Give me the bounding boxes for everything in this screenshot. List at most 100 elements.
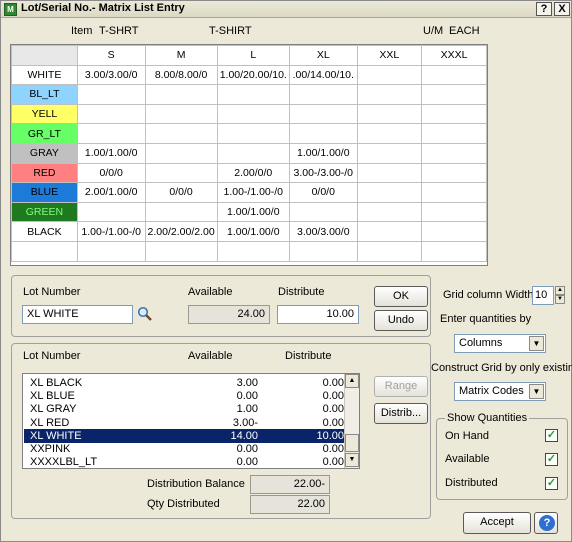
grid-row-header[interactable]: BLUE <box>11 182 78 203</box>
grid-cell[interactable] <box>421 84 487 105</box>
enter-by-select[interactable]: Columns ▼ <box>454 334 546 353</box>
grid-cell[interactable]: 0/0/0 <box>288 182 358 203</box>
grid-cell[interactable] <box>76 201 146 223</box>
grid-cell[interactable] <box>356 201 423 223</box>
grid-width-spinner[interactable]: ▲ ▼ <box>555 286 565 305</box>
grid-cell[interactable] <box>144 142 218 164</box>
on-hand-checkbox[interactable]: ✓ <box>545 429 558 442</box>
grid-cell[interactable] <box>288 201 358 223</box>
scroll-up-icon[interactable]: ▲ <box>345 374 359 388</box>
grid-cell[interactable]: 1.00/1.00/0 <box>76 142 146 164</box>
list-item[interactable]: XL BLUE 0.00 0.00 <box>24 389 346 403</box>
grid-cell[interactable] <box>356 142 423 164</box>
grid-cell[interactable]: 0/0/0 <box>76 162 146 184</box>
grid-cell[interactable] <box>421 103 487 125</box>
grid-cell[interactable] <box>144 84 218 105</box>
grid-row-header[interactable]: WHITE <box>11 64 78 86</box>
grid-cell[interactable]: 1.00-/1.00-/0 <box>76 221 146 242</box>
grid-cell[interactable] <box>356 84 423 105</box>
grid-cell[interactable]: .00/14.00/10. <box>288 64 358 86</box>
chevron-down-icon[interactable]: ▼ <box>529 336 544 351</box>
list-item[interactable]: XL WHITE 14.00 10.00 <box>24 428 346 443</box>
grid-cell[interactable] <box>288 240 358 262</box>
grid-col-header[interactable]: L <box>216 45 290 66</box>
grid-cell[interactable] <box>421 142 487 164</box>
scroll-down-icon[interactable]: ▼ <box>345 453 359 467</box>
grid-row-header[interactable]: BL_LT <box>11 84 78 105</box>
grid-cell[interactable]: 2.00/2.00/2.00 <box>144 221 218 242</box>
grid-width-input[interactable]: 10 <box>532 286 554 305</box>
grid-cell[interactable] <box>144 103 218 125</box>
lot-list[interactable]: XXXXLBL_LT 0.00 0.00 XXPINK 0.00 0.00 XL WHITE… <box>22 373 360 469</box>
grid-cell[interactable]: 1.00/1.00/0 <box>216 201 290 223</box>
grid-cell[interactable] <box>216 142 290 164</box>
list-item[interactable]: XXPINK 0.00 0.00 <box>24 442 346 456</box>
grid-cell[interactable] <box>216 123 290 144</box>
grid-row-header[interactable]: GR_LT <box>11 123 78 144</box>
grid-col-header[interactable]: XXXL <box>421 45 487 66</box>
grid-cell[interactable]: 1.00/1.00/0 <box>216 221 290 242</box>
grid-row-header[interactable]: YELL <box>11 103 78 125</box>
grid-cell[interactable] <box>421 182 487 203</box>
grid-col-header[interactable]: XXL <box>356 45 423 66</box>
grid-col-header[interactable]: XL <box>288 45 358 66</box>
magnifier-icon[interactable] <box>137 306 153 322</box>
grid-cell[interactable]: 1.00-/1.00-/0 <box>216 182 290 203</box>
grid-cell[interactable]: 3.00/3.00/0 <box>288 221 358 242</box>
grid-cell[interactable] <box>216 240 290 262</box>
construct-grid-select[interactable]: Matrix Codes ▼ <box>454 382 546 401</box>
close-button[interactable]: X <box>554 2 570 16</box>
grid-cell[interactable] <box>288 123 358 144</box>
list-item[interactable]: XL BLACK 3.00 0.00 <box>24 376 346 390</box>
ok-button[interactable]: OK <box>374 286 428 307</box>
grid-cell[interactable] <box>356 162 423 184</box>
range-button[interactable]: Range <box>374 376 428 397</box>
grid-row-header[interactable]: GREEN <box>11 201 78 223</box>
grid-cell[interactable] <box>356 123 423 144</box>
grid-cell[interactable] <box>356 103 423 125</box>
list-scrollbar[interactable]: ▲ ▼ <box>344 374 359 468</box>
grid-cell[interactable]: 0/0/0 <box>144 182 218 203</box>
grid-cell[interactable]: 3.00/3.00/0 <box>76 64 146 86</box>
grid-col-header[interactable]: M <box>144 45 218 66</box>
grid-cell[interactable] <box>144 123 218 144</box>
grid-cell[interactable] <box>76 240 146 262</box>
scroll-thumb[interactable] <box>345 434 359 452</box>
spin-down-icon[interactable]: ▼ <box>555 295 565 304</box>
list-item[interactable]: XL RED 3.00- 0.00 <box>24 416 346 430</box>
grid-col-header[interactable]: S <box>76 45 146 66</box>
grid-cell[interactable]: 1.00/20.00/10. <box>216 64 290 86</box>
grid-cell[interactable] <box>421 123 487 144</box>
list-item[interactable]: XXXXLBL_LT 0.00 0.00 <box>24 455 346 468</box>
distribute-input[interactable]: 10.00 <box>277 305 359 324</box>
grid-row-header[interactable]: GRAY <box>11 142 78 164</box>
distributed-checkbox[interactable]: ✓ <box>545 477 558 490</box>
grid-cell[interactable] <box>356 64 423 86</box>
grid-cell[interactable] <box>288 84 358 105</box>
grid-cell[interactable] <box>216 84 290 105</box>
undo-button[interactable]: Undo <box>374 310 428 331</box>
grid-cell[interactable] <box>421 64 487 86</box>
grid-cell[interactable] <box>421 201 487 223</box>
help-button[interactable]: ? <box>534 512 558 534</box>
grid-cell[interactable] <box>76 103 146 125</box>
chevron-down-icon[interactable]: ▼ <box>529 384 544 399</box>
show-available-checkbox[interactable]: ✓ <box>545 453 558 466</box>
grid-cell[interactable] <box>356 221 423 242</box>
grid-row-header[interactable]: RED <box>11 162 78 184</box>
accept-button[interactable]: Accept <box>463 512 531 534</box>
grid-cell[interactable] <box>216 103 290 125</box>
grid-cell[interactable] <box>288 103 358 125</box>
grid-cell[interactable] <box>11 240 78 262</box>
title-help-button[interactable]: ? <box>536 2 552 16</box>
grid-cell[interactable] <box>421 240 487 262</box>
grid-row-header[interactable]: BLACK <box>11 221 78 242</box>
grid-cell[interactable] <box>144 240 218 262</box>
grid-cell[interactable]: 2.00/0/0 <box>216 162 290 184</box>
grid-cell[interactable] <box>421 162 487 184</box>
list-item[interactable]: XL GRAY 1.00 0.00 <box>24 402 346 416</box>
grid-cell[interactable] <box>421 221 487 242</box>
spin-up-icon[interactable]: ▲ <box>555 286 565 295</box>
grid-cell[interactable] <box>356 182 423 203</box>
grid-cell[interactable] <box>76 123 146 144</box>
